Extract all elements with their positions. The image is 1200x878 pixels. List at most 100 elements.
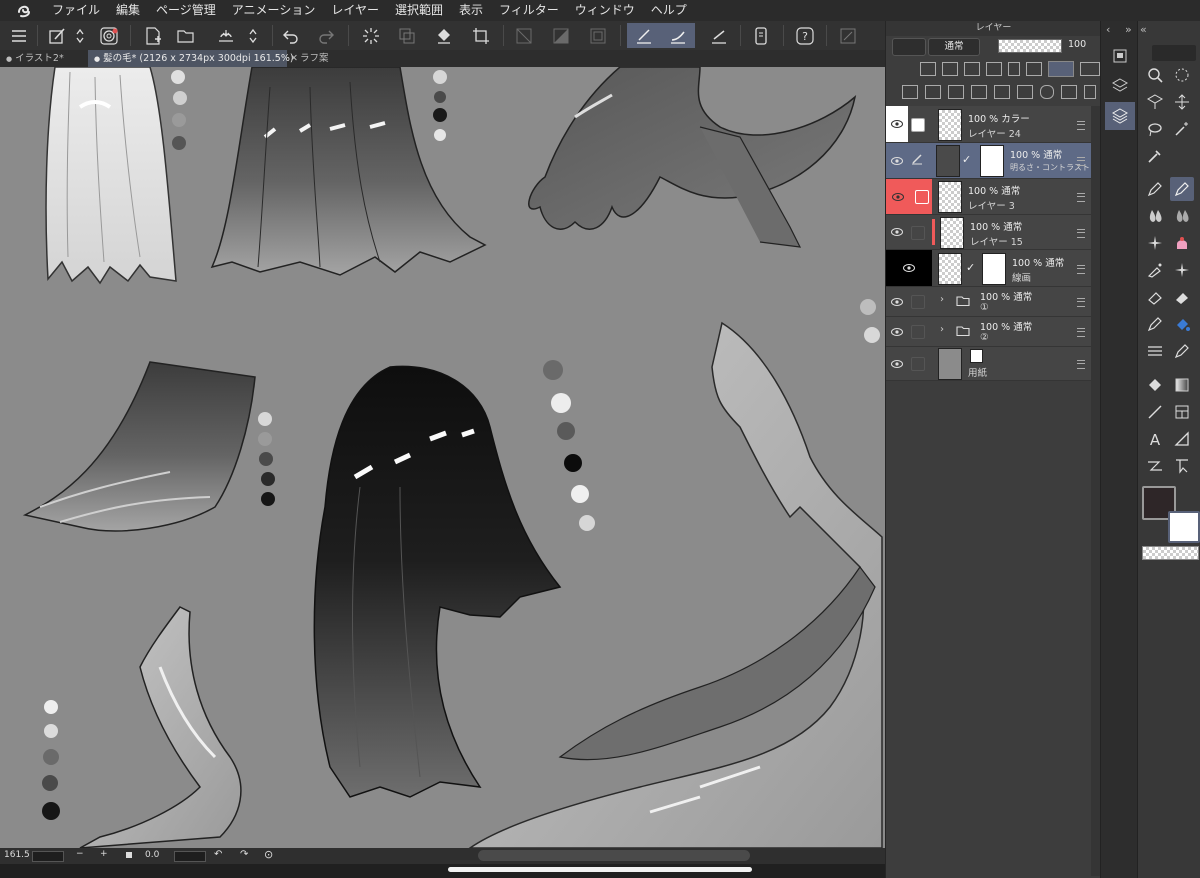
- layer-row[interactable]: 100 % カラー レイヤー 24: [886, 106, 1091, 143]
- horizontal-scrollbar[interactable]: [478, 850, 750, 861]
- zoom-in-button[interactable]: +: [100, 849, 108, 859]
- opacity-slider[interactable]: [998, 39, 1062, 53]
- stroke-icon[interactable]: [661, 23, 695, 48]
- clip-studio-logo-icon[interactable]: [14, 0, 34, 21]
- reset-rotation-icon[interactable]: ⊙: [264, 848, 273, 861]
- zoom-value[interactable]: 161.5: [4, 850, 30, 860]
- layer-menu-icon[interactable]: [1077, 121, 1085, 130]
- frame-icon[interactable]: [1170, 400, 1194, 424]
- layer-palette-icon[interactable]: [1105, 102, 1135, 130]
- fill-icon[interactable]: [431, 23, 457, 48]
- line-icon[interactable]: [1143, 400, 1167, 424]
- layer-row[interactable]: 100 % 通常 レイヤー 3: [886, 179, 1091, 215]
- expand-chevron-icon[interactable]: ›: [940, 324, 944, 335]
- correction-line-icon[interactable]: [1143, 454, 1167, 478]
- layer-checkbox[interactable]: [915, 190, 929, 204]
- eye-icon[interactable]: [886, 215, 908, 249]
- move-icon[interactable]: [1170, 90, 1194, 114]
- eye-icon[interactable]: [886, 250, 932, 286]
- pen-draw-icon[interactable]: [627, 23, 661, 48]
- angle-slider[interactable]: [174, 851, 206, 862]
- layer-checkbox[interactable]: [911, 118, 925, 132]
- lines-icon[interactable]: [1143, 339, 1167, 363]
- spinner-icon[interactable]: [358, 23, 384, 48]
- eye-icon[interactable]: [886, 179, 910, 214]
- layer-settings-icon[interactable]: [96, 23, 122, 48]
- layer-checkbox[interactable]: [911, 325, 925, 339]
- object-icon[interactable]: [1143, 90, 1167, 114]
- zoom-out-button[interactable]: −: [76, 849, 84, 859]
- layer-color-icon[interactable]: [1048, 61, 1074, 77]
- apply-mask-icon[interactable]: [1061, 85, 1077, 99]
- layer-folder-row[interactable]: › 100 % 通常 ①: [886, 287, 1091, 317]
- zoom-slider[interactable]: [32, 851, 64, 862]
- new-folder-icon[interactable]: [948, 85, 964, 99]
- menu-page[interactable]: ページ管理: [148, 0, 224, 21]
- undo-icon[interactable]: [278, 23, 304, 48]
- selection-border-icon[interactable]: [585, 23, 611, 48]
- pen-icon[interactable]: [1170, 339, 1194, 363]
- crop-icon[interactable]: [468, 23, 494, 48]
- magic-wand-icon[interactable]: [1170, 117, 1194, 141]
- new-layer-icon[interactable]: [902, 85, 918, 99]
- collapse-left-icon[interactable]: ‹: [1106, 23, 1110, 36]
- menu-selection[interactable]: 選択範囲: [387, 0, 451, 21]
- hamburger-icon[interactable]: [6, 23, 32, 48]
- tab-rough[interactable]: ✕ ラフ案: [284, 50, 350, 67]
- selection-clear-icon[interactable]: [511, 23, 537, 48]
- layer-menu-icon[interactable]: [1077, 265, 1085, 274]
- fit-icon[interactable]: [126, 852, 132, 858]
- spinner-icon[interactable]: [1170, 63, 1194, 87]
- eye-icon[interactable]: [886, 287, 908, 316]
- menu-view[interactable]: 表示: [451, 0, 491, 21]
- airbrush-icon[interactable]: [1143, 258, 1167, 282]
- sub-tool-icon[interactable]: [1107, 73, 1133, 99]
- open-icon[interactable]: [173, 23, 199, 48]
- blend-mode-select[interactable]: 通常: [928, 38, 980, 56]
- pen-icon[interactable]: [1143, 312, 1167, 336]
- layer-checkbox[interactable]: [911, 226, 925, 240]
- help-icon[interactable]: ?: [792, 23, 818, 48]
- layer-checkbox[interactable]: [911, 295, 925, 309]
- collapse-icon[interactable]: «: [1140, 23, 1147, 36]
- brush-icon[interactable]: [1143, 204, 1167, 228]
- fullscreen-icon[interactable]: [835, 23, 861, 48]
- rotate-left-icon[interactable]: ↶: [214, 849, 222, 860]
- pencil-icon[interactable]: [1170, 177, 1194, 201]
- eye-icon[interactable]: [886, 106, 908, 142]
- clear-icon[interactable]: [394, 23, 420, 48]
- transparent-color-swatch[interactable]: [1142, 546, 1199, 560]
- eraser-icon[interactable]: [1143, 285, 1167, 309]
- cursor-icon[interactable]: [1170, 454, 1194, 478]
- menu-animation[interactable]: アニメーション: [224, 0, 324, 21]
- magnify-icon[interactable]: [1143, 63, 1167, 87]
- drawing-canvas[interactable]: [0, 67, 885, 848]
- layer-color-button[interactable]: [892, 38, 926, 56]
- lock-icon[interactable]: [1008, 62, 1020, 76]
- layer-menu-icon[interactable]: [1077, 328, 1085, 337]
- fill-bucket-icon[interactable]: [1170, 312, 1194, 336]
- layer-row[interactable]: ✓ 100 % 通常 線画: [886, 250, 1091, 287]
- expand-chevron-icon[interactable]: ›: [940, 294, 944, 305]
- decoration-icon[interactable]: [1170, 231, 1194, 255]
- angle-value[interactable]: 0.0: [145, 850, 159, 860]
- pen-icon[interactable]: [1143, 177, 1167, 201]
- opacity-value[interactable]: 100: [1068, 39, 1086, 50]
- eye-icon[interactable]: [886, 347, 908, 380]
- updown-icon[interactable]: [243, 23, 263, 48]
- sparkle-icon[interactable]: [1170, 258, 1194, 282]
- menu-file[interactable]: ファイル: [44, 0, 108, 21]
- navigator-icon[interactable]: [1107, 43, 1133, 69]
- sub-color-swatch[interactable]: [1168, 511, 1200, 543]
- menu-layer[interactable]: レイヤー: [323, 0, 387, 21]
- brush-settings-icon[interactable]: [44, 23, 70, 48]
- rotate-right-icon[interactable]: ↷: [240, 849, 248, 860]
- merge-down-icon[interactable]: [994, 85, 1010, 99]
- redo-icon[interactable]: [313, 23, 339, 48]
- merge-visible-icon[interactable]: [1017, 85, 1033, 99]
- layer-menu-icon[interactable]: [1077, 229, 1085, 238]
- blur-icon[interactable]: [1170, 204, 1194, 228]
- menu-edit[interactable]: 編集: [108, 0, 148, 21]
- layer-menu-icon[interactable]: [1077, 157, 1085, 166]
- text-icon[interactable]: A: [1143, 427, 1167, 451]
